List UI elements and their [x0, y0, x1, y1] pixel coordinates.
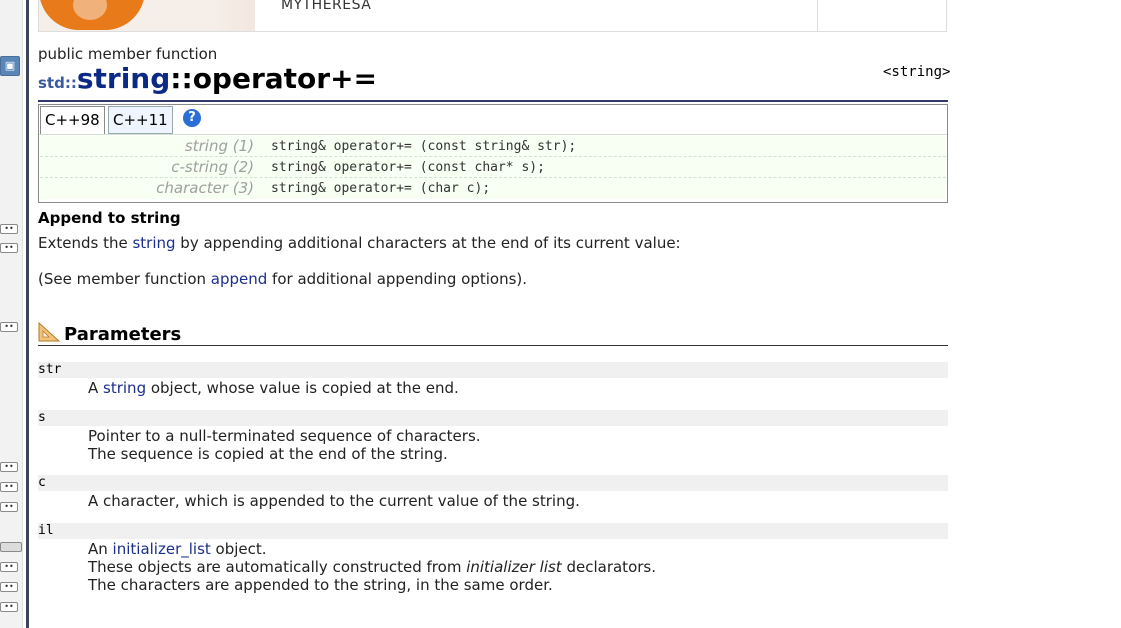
ad-brand[interactable]: MYTHERESA [281, 0, 371, 13]
header-divider [38, 100, 948, 102]
string-link[interactable]: string [132, 234, 175, 252]
parameter-description: A string object, whose value is copied a… [88, 379, 459, 397]
title-class: string [76, 62, 171, 95]
description-text-part: for additional appending options). [267, 270, 528, 288]
parameter-text: declarators. [561, 558, 656, 576]
description-text-part: by appending additional characters at th… [175, 234, 681, 252]
prototype-code: string& operator+= (char c); [271, 181, 491, 196]
page-title: std::string::operator+= [38, 62, 377, 95]
description-text: Extends the string by appending addition… [38, 234, 681, 252]
parameter-description: Pointer to a null-terminated sequence of… [88, 427, 481, 445]
header-reference[interactable]: <string> [883, 64, 950, 80]
gutter-marker-icon[interactable]: •• [0, 322, 18, 332]
prototype-row: string (1) string& operator+= (const str… [40, 136, 946, 157]
parameter-text: object. [210, 540, 267, 558]
help-icon[interactable]: ? [183, 109, 201, 127]
description-note: (See member function append for addition… [38, 270, 527, 288]
gutter-marker-icon[interactable]: •• [0, 462, 18, 472]
parameter-description: These objects are automatically construc… [88, 558, 656, 576]
parameter-name-bar [38, 362, 948, 378]
prototype-code: string& operator+= (const string& str); [271, 139, 577, 154]
parameter-name: c [38, 475, 46, 490]
prototype-box: C++98 C++11 ? string (1) string& operato… [38, 104, 948, 203]
parameters-title: Parameters [64, 324, 182, 345]
prototype-label: character (3) [156, 179, 254, 197]
gutter-marker-icon[interactable]: •• [0, 243, 18, 253]
title-operator: operator+= [192, 62, 378, 95]
title-namespace: std:: [38, 74, 77, 92]
ad-banner[interactable]: MYTHERESA [38, 0, 947, 32]
title-separator: :: [170, 62, 193, 95]
string-link[interactable]: string [103, 379, 146, 397]
left-gutter [0, 0, 23, 628]
tab-cpp98[interactable]: C++98 [40, 106, 105, 134]
parameter-name: s [38, 410, 46, 425]
member-kind: public member function [38, 45, 218, 63]
parameter-text: object, whose value is copied at the end… [146, 379, 459, 397]
parameter-description: An initializer_list object. [88, 540, 267, 558]
description-text-part: (See member function [38, 270, 211, 288]
prototype-row: c-string (2) string& operator+= (const c… [40, 157, 946, 178]
ad-divider [817, 0, 818, 31]
gutter-marker-icon[interactable]: •• [0, 602, 18, 612]
prototype-label: c-string (2) [171, 158, 254, 176]
prototype-row: character (3) string& operator+= (char c… [40, 178, 946, 199]
parameter-description: The sequence is copied at the end of the… [88, 445, 448, 463]
parameter-text: A [88, 379, 104, 397]
gutter-marker-icon[interactable] [0, 542, 22, 552]
gutter-marker-icon[interactable]: •• [0, 582, 18, 592]
tabs-divider [39, 134, 947, 135]
parameter-name: il [38, 523, 54, 538]
set-square-icon [38, 322, 60, 342]
parameter-name-bar [38, 523, 948, 539]
gutter-marker-icon[interactable]: •• [0, 224, 18, 234]
initializer-list-link[interactable]: initializer_list [113, 540, 211, 558]
parameters-divider [38, 345, 948, 346]
parameter-name: str [38, 362, 62, 377]
gutter-marker-icon[interactable]: •• [0, 502, 18, 512]
gutter-divider [26, 0, 29, 628]
tab-cpp11[interactable]: C++11 [108, 106, 173, 134]
book-icon[interactable]: ▣ [0, 56, 20, 76]
parameter-emphasis: initializer list [466, 558, 562, 576]
section-title: Append to string [38, 209, 181, 227]
parameter-name-bar [38, 475, 948, 491]
ad-image[interactable] [39, 0, 255, 31]
parameter-text: An [88, 540, 113, 558]
gutter-marker-icon[interactable]: •• [0, 482, 18, 492]
prototype-code: string& operator+= (const char* s); [271, 160, 545, 175]
ad-figure [39, 0, 145, 30]
prototype-label: string (1) [184, 137, 254, 155]
gutter-marker-icon[interactable]: •• [0, 562, 18, 572]
description-text-part: Extends the [38, 234, 133, 252]
append-link[interactable]: append [211, 270, 268, 288]
parameter-name-bar [38, 410, 948, 426]
parameter-text: These objects are automatically construc… [88, 558, 467, 576]
parameter-description: The characters are appended to the strin… [88, 576, 553, 594]
parameter-description: A character, which is appended to the cu… [88, 492, 580, 510]
